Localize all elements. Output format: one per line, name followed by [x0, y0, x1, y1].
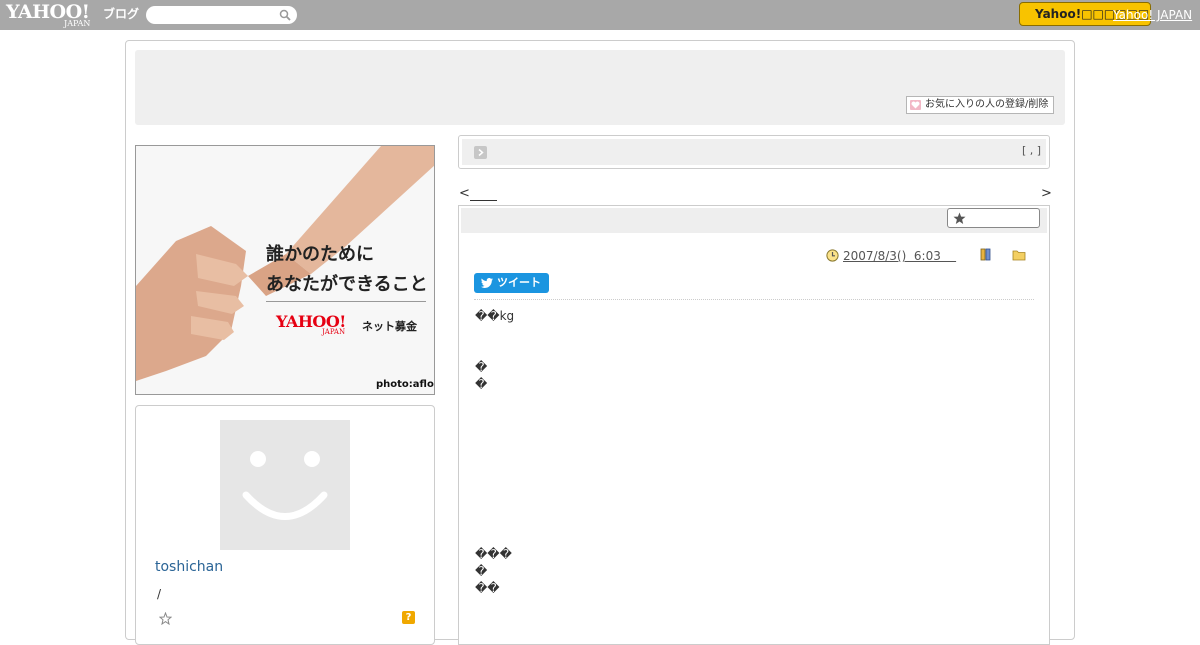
help-icon[interactable]: ?	[402, 611, 415, 624]
yahoo-blog-logo[interactable]: YAHOO! JAPAN ブログ	[6, 2, 141, 28]
prev-arrow: <	[459, 186, 470, 201]
smiley-icon	[242, 451, 328, 520]
article-line: ��	[475, 581, 500, 595]
twitter-bird-icon	[481, 278, 493, 288]
banner-credit: photo:aflo	[376, 379, 434, 390]
favorite-button[interactable]: お気に入りの人の登録/削除	[906, 96, 1054, 114]
search-box	[146, 6, 297, 24]
tweet-button[interactable]: ツイート	[474, 273, 549, 293]
tweet-label: ツイート	[497, 276, 541, 289]
banner-yahoo-sub: JAPAN	[322, 328, 346, 336]
favorite-button-label: お気に入りの人の登録/削除	[925, 99, 1049, 110]
article-line: �	[475, 377, 488, 391]
star-outline-icon[interactable]	[159, 612, 172, 625]
article-line: �	[475, 360, 488, 374]
banner-tagline: ネット募金	[362, 320, 417, 333]
avatar[interactable]	[220, 420, 350, 550]
article-line: ��kg	[475, 309, 515, 323]
next-article-link[interactable]: >	[1041, 186, 1052, 201]
heart-icon	[910, 100, 921, 110]
yahoo-japan-link[interactable]: Yahoo! JAPAN	[1113, 8, 1192, 22]
folder-icon[interactable]	[1012, 249, 1026, 261]
banner-line1: 誰かのために	[266, 244, 374, 265]
title-bracket: [ , ]	[1022, 144, 1042, 157]
profile-username[interactable]: toshichan	[155, 559, 223, 575]
profile-description: /	[157, 587, 162, 601]
article-date[interactable]: 2007/8/3() 6:03	[843, 249, 956, 263]
book-icon[interactable]	[980, 248, 992, 261]
bookmark-button[interactable]	[947, 208, 1040, 228]
clock-icon	[826, 249, 839, 262]
blog-title-box	[458, 135, 1050, 169]
banner-line2: あなたができること	[266, 274, 428, 295]
donation-banner[interactable]: 誰かのために あなたができること YAHOO! JAPAN ネット募金 phot…	[135, 145, 435, 395]
chevron-right-icon[interactable]	[474, 146, 487, 159]
logo-sub: JAPAN	[64, 19, 91, 28]
prev-article-link[interactable]: <	[459, 186, 497, 201]
article-line: �	[475, 564, 488, 578]
article-box	[458, 205, 1050, 645]
blog-title-inner	[462, 139, 1046, 165]
search-input[interactable]	[154, 7, 276, 23]
search-icon[interactable]	[279, 9, 291, 21]
logo-blog: ブログ	[103, 7, 140, 21]
banner-divider	[266, 301, 426, 302]
article-divider	[474, 299, 1034, 300]
star-icon	[953, 212, 966, 224]
prev-link-underline	[469, 188, 497, 201]
article-line: ���	[475, 547, 512, 561]
